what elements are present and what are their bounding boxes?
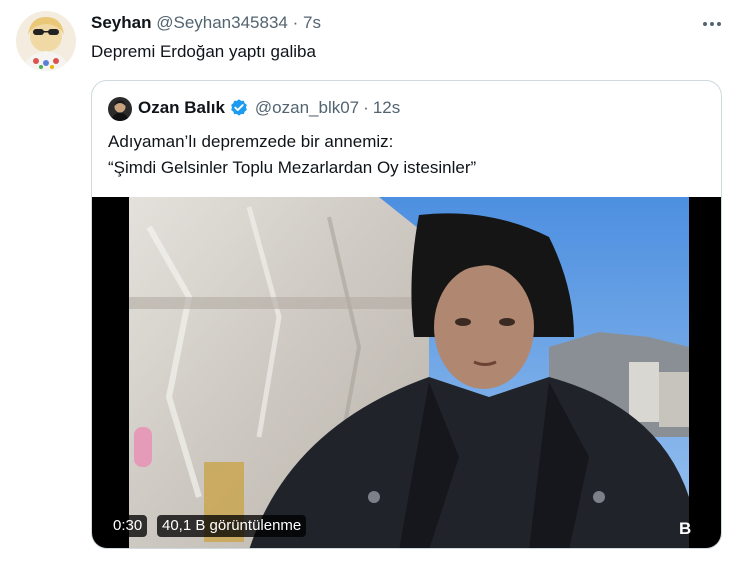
tweet-text: Depremi Erdoğan yaptı galiba bbox=[91, 42, 316, 61]
quoted-tweet[interactable]: Ozan Balık @ozan_blk07 · 12s Adıyaman’lı… bbox=[91, 80, 722, 549]
tweet-timestamp[interactable]: 7s bbox=[303, 13, 321, 32]
video-view-count-badge: 40,1 B görüntülenme bbox=[157, 515, 307, 537]
quoted-tweet-header: Ozan Balık @ozan_blk07 · 12s bbox=[138, 97, 400, 119]
quoted-author-name[interactable]: Ozan Balık bbox=[138, 97, 225, 119]
quoted-text-line-1: Adıyaman’lı depremzede bir annemiz: bbox=[108, 132, 394, 151]
video-player[interactable]: 0:30 40,1 B görüntülenme B bbox=[92, 197, 721, 548]
quoted-author-avatar[interactable] bbox=[108, 97, 132, 121]
video-corner-text: B bbox=[679, 519, 692, 538]
quoted-tweet-text: Adıyaman’lı depremzede bir annemiz: “Şim… bbox=[108, 129, 708, 181]
verified-badge-icon bbox=[231, 99, 247, 116]
tweet-header: Seyhan @Seyhan345834 · 7s bbox=[91, 12, 321, 34]
tweet[interactable]: Seyhan @Seyhan345834 · 7s Depremi Erdoğa… bbox=[0, 0, 743, 561]
video-duration-badge: 0:30 bbox=[108, 515, 148, 537]
quoted-author-handle[interactable]: @ozan_blk07 bbox=[255, 97, 359, 119]
quoted-tweet-timestamp[interactable]: 12s bbox=[373, 97, 400, 119]
author-avatar[interactable] bbox=[16, 11, 76, 71]
more-options-icon[interactable] bbox=[700, 12, 724, 36]
video-frame bbox=[129, 197, 689, 548]
separator-dot: · bbox=[292, 13, 299, 32]
author-handle[interactable]: @Seyhan345834 bbox=[156, 13, 288, 32]
author-name[interactable]: Seyhan bbox=[91, 13, 151, 32]
quoted-separator-dot: · bbox=[363, 98, 369, 117]
quoted-text-line-2: “Şimdi Gelsinler Toplu Mezarlardan Oy is… bbox=[108, 158, 477, 177]
